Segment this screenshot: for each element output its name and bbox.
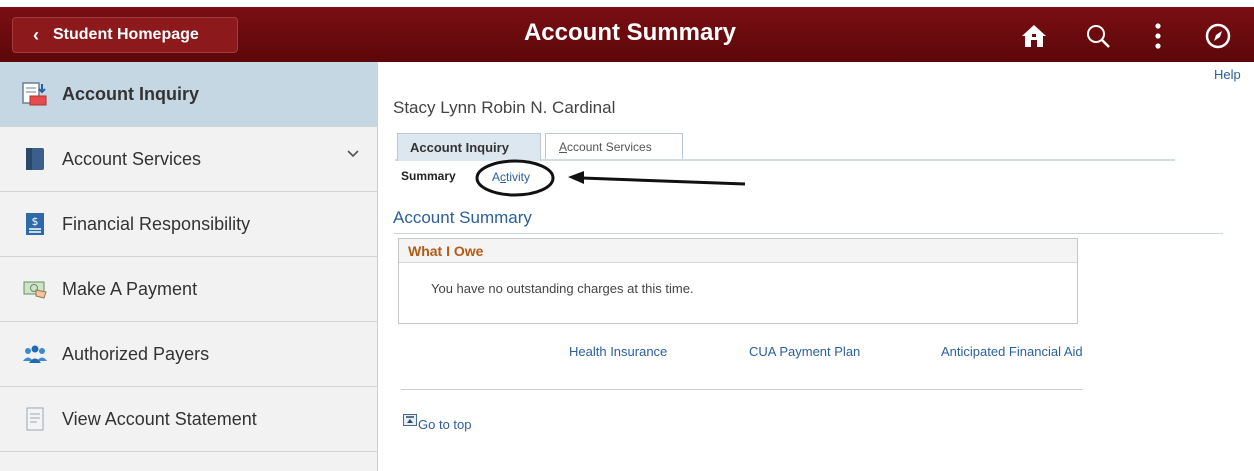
- subtab-summary: Summary: [401, 169, 456, 183]
- chevron-down-icon[interactable]: [346, 149, 360, 159]
- sidebar-item-label: Financial Responsibility: [62, 213, 251, 234]
- subtab-activity[interactable]: Activity: [492, 170, 530, 184]
- subtab-activity-first: A: [492, 170, 501, 184]
- annotation-arrow-head: [568, 171, 584, 184]
- anticipated-financial-aid-link[interactable]: Anticipated Financial Aid: [941, 344, 1083, 359]
- cua-payment-plan-link[interactable]: CUA Payment Plan: [749, 344, 860, 359]
- go-to-top-link[interactable]: Go to top: [403, 413, 472, 432]
- sidebar-item-label: Account Services: [62, 148, 202, 169]
- page-title: Account Summary: [523, 19, 737, 46]
- links-divider: [401, 389, 1083, 390]
- sidebar-item-account-inquiry[interactable]: Account Inquiry: [0, 62, 378, 127]
- annotation-arrow-line: [581, 176, 746, 186]
- tab-account-services-label: ccount Services: [567, 140, 652, 154]
- health-insurance-link[interactable]: Health Insurance: [569, 344, 667, 359]
- what-i-owe-message: You have no outstanding charges at this …: [431, 281, 694, 296]
- statement-icon: [26, 407, 44, 431]
- section-divider: [394, 233, 1223, 234]
- tab-account-services[interactable]: Account Services: [545, 133, 683, 159]
- account-services-icon: [26, 148, 44, 170]
- compass-icon[interactable]: [1200, 19, 1236, 53]
- sidebar-item-label: Account Inquiry: [62, 83, 200, 104]
- sidebar-item-account-services[interactable]: Account Services: [0, 127, 378, 192]
- sidebar: Account Inquiry Account Services $ Finan…: [0, 62, 378, 471]
- sidebar-item-make-a-payment[interactable]: Make A Payment: [0, 257, 378, 322]
- what-i-owe-title: What I Owe: [399, 239, 1077, 263]
- home-icon[interactable]: [1016, 19, 1052, 53]
- top-arrow-icon: [403, 413, 417, 426]
- financial-responsibility-icon: $: [26, 213, 44, 235]
- account-inquiry-icon: [22, 82, 47, 106]
- go-to-top-label: Go to top: [418, 417, 472, 432]
- sidebar-item-label: Make A Payment: [62, 278, 198, 299]
- search-icon[interactable]: [1080, 19, 1116, 53]
- sidebar-item-authorized-payers[interactable]: Authorized Payers: [0, 322, 378, 387]
- payment-icon: [23, 281, 47, 299]
- student-homepage-button[interactable]: ‹ Student Homepage: [12, 17, 238, 53]
- header-bar: ‹ Student Homepage Account Summary: [0, 7, 1254, 62]
- chevron-left-icon: ‹: [33, 24, 39, 45]
- tab-account-services-accesskey: A: [559, 140, 568, 154]
- more-vertical-icon[interactable]: [1140, 19, 1176, 53]
- what-i-owe-panel: What I Owe You have no outstanding charg…: [398, 238, 1078, 324]
- section-title: Account Summary: [393, 208, 532, 227]
- tab-account-inquiry[interactable]: Account Inquiry: [397, 133, 541, 161]
- help-link[interactable]: Help: [1214, 67, 1241, 82]
- subtab-activity-rest: tivity: [506, 170, 531, 184]
- student-homepage-label: Student Homepage: [53, 26, 199, 43]
- top-cropped-strip: [0, 0, 1254, 7]
- sidebar-item-label: Authorized Payers: [62, 343, 210, 364]
- student-name: Stacy Lynn Robin N. Cardinal: [393, 98, 616, 117]
- sidebar-item-view-account-statement[interactable]: View Account Statement: [0, 387, 378, 452]
- sidebar-item-financial-responsibility[interactable]: $ Financial Responsibility: [0, 192, 378, 257]
- svg-text:$: $: [32, 215, 39, 228]
- authorized-payers-icon: [23, 345, 47, 363]
- sidebar-item-label: View Account Statement: [62, 408, 257, 429]
